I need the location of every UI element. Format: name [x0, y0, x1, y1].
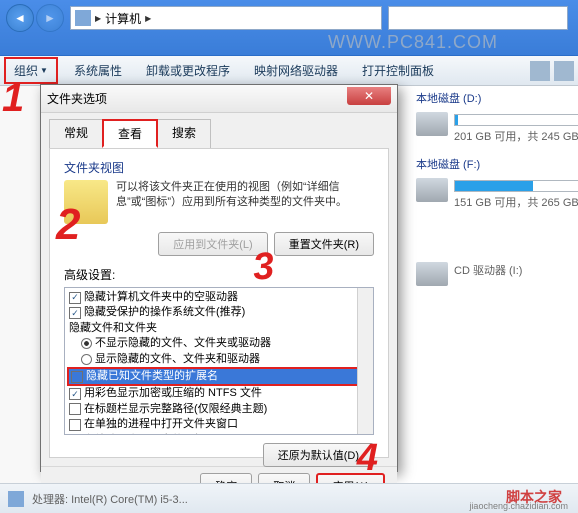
cd-drive-label: CD 驱动器 (I:): [454, 262, 576, 278]
uninstall-button[interactable]: 卸载或更改程序: [138, 59, 238, 82]
checkbox[interactable]: [71, 371, 83, 383]
radio[interactable]: [81, 338, 92, 349]
drive-panel: 本地磁盘 (D:) 201 GB 可用，共 245 GB 本地磁盘 (F:) 1…: [416, 90, 576, 298]
drive-f-label: 本地磁盘 (F:): [416, 156, 576, 172]
chevron-right-icon: ▶: [145, 14, 151, 23]
computer-icon: [8, 491, 24, 507]
folder-view-description: 可以将该文件夹正在使用的视图（例如“详细信息”或“图标”）应用到所有这种类型的文…: [116, 180, 374, 224]
system-properties-button[interactable]: 系统属性: [66, 59, 130, 82]
cd-drive[interactable]: CD 驱动器 (I:): [416, 262, 576, 286]
source-stamp-url: jiaocheng.chazidian.com: [469, 501, 568, 511]
drive-d[interactable]: 201 GB 可用，共 245 GB: [416, 112, 576, 144]
forward-button[interactable]: ►: [36, 4, 64, 32]
drive-icon: [416, 112, 448, 136]
drive-d-label: 本地磁盘 (D:): [416, 90, 576, 106]
annotation-1: 1: [2, 76, 24, 121]
annotation-3: 3: [251, 245, 276, 290]
tab-general[interactable]: 常规: [49, 119, 103, 148]
hide-extensions-option[interactable]: 隐藏已知文件类型的扩展名: [67, 367, 371, 386]
checkbox[interactable]: [69, 403, 81, 415]
search-input[interactable]: [388, 6, 568, 30]
chevron-right-icon: ▶: [95, 14, 101, 23]
checkbox[interactable]: [69, 419, 81, 431]
checkbox[interactable]: [69, 307, 81, 319]
breadcrumb-computer[interactable]: 计算机: [105, 10, 141, 27]
drive-d-space: 201 GB 可用，共 245 GB: [454, 128, 578, 144]
status-cpu: 处理器: Intel(R) Core(TM) i5-3...: [32, 491, 188, 507]
folder-view-section: 文件夹视图: [64, 159, 374, 176]
toolbar: 组织▼ 系统属性 卸载或更改程序 映射网络驱动器 打开控制面板: [0, 56, 578, 86]
advanced-settings-label: 高级设置: 3: [64, 266, 374, 283]
control-panel-button[interactable]: 打开控制面板: [354, 59, 442, 82]
dialog-titlebar[interactable]: 文件夹选项 ✕: [41, 85, 397, 113]
annotation-4: 4: [357, 437, 378, 480]
checkbox[interactable]: [69, 388, 81, 400]
tab-view[interactable]: 查看: [102, 119, 158, 148]
address-bar[interactable]: ▶ 计算机 ▶: [70, 6, 382, 30]
dialog-tabs: 常规 查看 搜索: [41, 113, 397, 148]
checkbox[interactable]: [69, 292, 81, 304]
watermark-text: WWW.PC841.COM: [328, 32, 498, 53]
reset-folders-button[interactable]: 重置文件夹(R): [274, 232, 374, 256]
help-icon[interactable]: [554, 61, 574, 81]
advanced-settings-tree[interactable]: 隐藏计算机文件夹中的空驱动器 隐藏受保护的操作系统文件(推荐) 隐藏文件和文件夹…: [64, 287, 374, 435]
dialog-body: 文件夹视图 2 可以将该文件夹正在使用的视图（例如“详细信息”或“图标”）应用到…: [49, 148, 389, 458]
drive-f-space: 151 GB 可用，共 265 GB: [454, 194, 578, 210]
folder-icon: 2: [64, 180, 108, 224]
drive-icon: [416, 178, 448, 202]
cd-icon: [416, 262, 448, 286]
drive-f[interactable]: 151 GB 可用，共 265 GB: [416, 178, 576, 210]
dialog-title-text: 文件夹选项: [47, 90, 107, 107]
folder-options-dialog: 文件夹选项 ✕ 常规 查看 搜索 文件夹视图 2 可以将该文件夹正在使用的视图（…: [40, 84, 398, 472]
tab-search[interactable]: 搜索: [157, 119, 211, 148]
map-drive-button[interactable]: 映射网络驱动器: [246, 59, 346, 82]
annotation-2: 2: [56, 200, 80, 250]
radio[interactable]: [81, 354, 92, 365]
scrollbar[interactable]: [357, 288, 373, 434]
back-button[interactable]: ◄: [6, 4, 34, 32]
computer-icon: [75, 10, 91, 26]
close-button[interactable]: ✕: [347, 87, 391, 105]
checkbox[interactable]: [69, 434, 81, 435]
view-icon[interactable]: [530, 61, 550, 81]
